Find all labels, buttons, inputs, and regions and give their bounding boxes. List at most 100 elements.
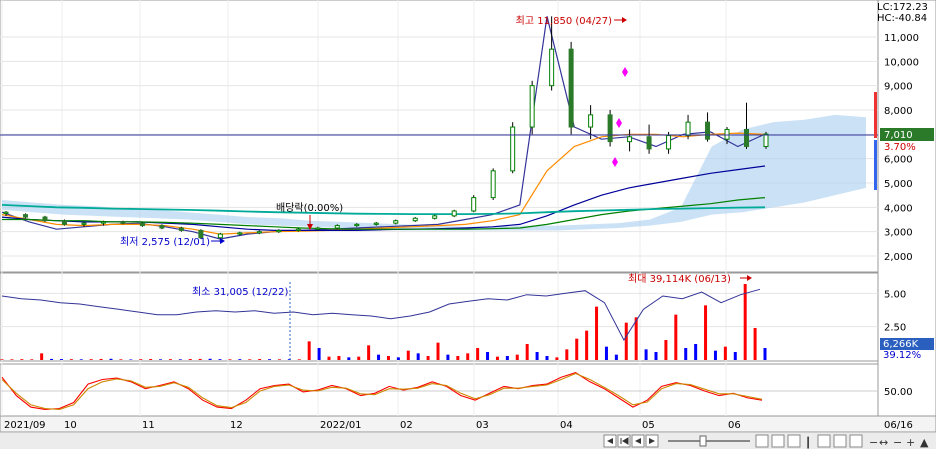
x-tick-label: 05 bbox=[642, 420, 655, 431]
hc-label: HC:-40.84 bbox=[877, 13, 927, 24]
chart-canvas[interactable]: 2,0003,0004,0005,0006,0007,0008,0009,000… bbox=[0, 0, 936, 449]
settings-button[interactable] bbox=[833, 434, 847, 448]
price-tick-label: 10,000 bbox=[884, 57, 919, 68]
volume-bar bbox=[357, 356, 361, 360]
candle-body bbox=[607, 114, 613, 143]
x-tick-label: 12 bbox=[230, 420, 243, 431]
expand-up-icon[interactable]: ▲ bbox=[920, 436, 929, 449]
volume-bar bbox=[258, 359, 262, 360]
price-tick-label: 2,000 bbox=[884, 252, 913, 263]
volume-bar bbox=[614, 354, 618, 360]
price-tick-label: 5,000 bbox=[884, 179, 913, 190]
x-tick-label: 06 bbox=[728, 420, 741, 431]
volume-bar bbox=[337, 356, 341, 360]
candle-body bbox=[22, 214, 28, 218]
volume-bar bbox=[10, 359, 14, 360]
volume-bar bbox=[139, 359, 143, 360]
price-tick-label: 8,000 bbox=[884, 106, 913, 117]
zoom-in-button[interactable]: + bbox=[906, 436, 915, 449]
candle-body bbox=[217, 233, 223, 239]
candle-body bbox=[588, 114, 594, 128]
candle-body bbox=[120, 221, 126, 224]
volume-bar bbox=[723, 346, 727, 360]
zoom-slider-track[interactable] bbox=[668, 440, 750, 442]
volume-bar bbox=[99, 358, 103, 360]
candle-body bbox=[744, 128, 750, 147]
oscillator-panel[interactable] bbox=[0, 363, 879, 417]
volume-bar bbox=[694, 344, 698, 360]
volume-bar bbox=[486, 352, 490, 360]
volume-bar bbox=[396, 357, 400, 360]
volume-bar bbox=[644, 349, 648, 360]
zoom-out-icon[interactable]: − bbox=[869, 436, 878, 449]
price-tick-label: 4,000 bbox=[884, 203, 913, 214]
volume-bar bbox=[307, 341, 311, 360]
image-button[interactable] bbox=[849, 434, 863, 448]
volume-bar bbox=[426, 356, 430, 360]
zoom-fit-icon[interactable]: ↔ bbox=[879, 436, 888, 449]
volume-bar bbox=[0, 359, 4, 360]
candle-body bbox=[724, 128, 730, 140]
volume-bar bbox=[386, 356, 390, 360]
volume-bar bbox=[585, 330, 589, 360]
volume-bar bbox=[228, 359, 232, 360]
volume-bar bbox=[515, 354, 519, 360]
price-tick-label: 9,000 bbox=[884, 82, 913, 93]
volume-bar bbox=[446, 354, 450, 360]
layout-button[interactable] bbox=[755, 434, 769, 448]
candle-body bbox=[237, 232, 243, 235]
volume-bar bbox=[367, 345, 371, 360]
volume-bar bbox=[119, 359, 123, 360]
candle-body bbox=[276, 229, 282, 233]
volume-bar bbox=[149, 359, 153, 360]
candle-body bbox=[334, 225, 340, 229]
turnover-pct: 39.12% bbox=[883, 350, 921, 361]
low-label: 최저 2,575 (12/01) bbox=[120, 236, 210, 248]
x-tick-label: 11 bbox=[142, 420, 155, 431]
chart-type-button[interactable] bbox=[817, 434, 831, 448]
volume-bar bbox=[535, 352, 539, 360]
volume-bar bbox=[317, 348, 321, 360]
volume-bar bbox=[59, 359, 63, 360]
volume-bar bbox=[495, 356, 499, 360]
volume-bar bbox=[456, 356, 460, 360]
volume-bar bbox=[664, 340, 668, 360]
volume-bar bbox=[89, 359, 93, 360]
candle-body bbox=[451, 210, 457, 217]
volume-bar bbox=[406, 350, 410, 360]
candle-body bbox=[510, 126, 516, 172]
high-label: 최고 11,850 (04/27) bbox=[516, 15, 612, 27]
zoom-slider-handle[interactable] bbox=[699, 435, 707, 447]
volume-bar bbox=[109, 358, 113, 360]
volume-bar bbox=[684, 348, 688, 360]
volume-bar bbox=[69, 359, 73, 360]
current-volume-value: 6,266K bbox=[883, 339, 919, 350]
volume-bar bbox=[238, 359, 242, 360]
volume-bar bbox=[416, 353, 420, 360]
volume-bar bbox=[218, 359, 222, 360]
volume-bar bbox=[79, 359, 83, 360]
volume-bar bbox=[168, 359, 172, 360]
candle-body bbox=[412, 217, 418, 222]
zoom-out-button[interactable]: − bbox=[893, 436, 902, 449]
candle-body bbox=[295, 228, 301, 231]
volume-bar bbox=[297, 359, 301, 360]
volume-bar bbox=[753, 328, 757, 360]
x-tick-label: 03 bbox=[476, 420, 489, 431]
volume-bar bbox=[277, 359, 281, 360]
candle-body bbox=[568, 48, 574, 128]
candle-body bbox=[139, 222, 145, 227]
volume-bar bbox=[178, 359, 182, 360]
volume-bar bbox=[327, 356, 331, 360]
price-tick-label: 3,000 bbox=[884, 228, 913, 239]
candle-body bbox=[549, 48, 555, 87]
toggle-button[interactable] bbox=[787, 434, 801, 448]
copy-button[interactable] bbox=[771, 434, 785, 448]
volume-bar bbox=[575, 338, 579, 360]
volume-bar bbox=[654, 352, 658, 360]
min-volume-label: 최소 31,005 (12/22) bbox=[192, 286, 288, 298]
volume-bar bbox=[525, 344, 529, 360]
candle-body bbox=[81, 222, 87, 225]
candle-body bbox=[705, 121, 711, 140]
volume-bar bbox=[20, 359, 24, 360]
